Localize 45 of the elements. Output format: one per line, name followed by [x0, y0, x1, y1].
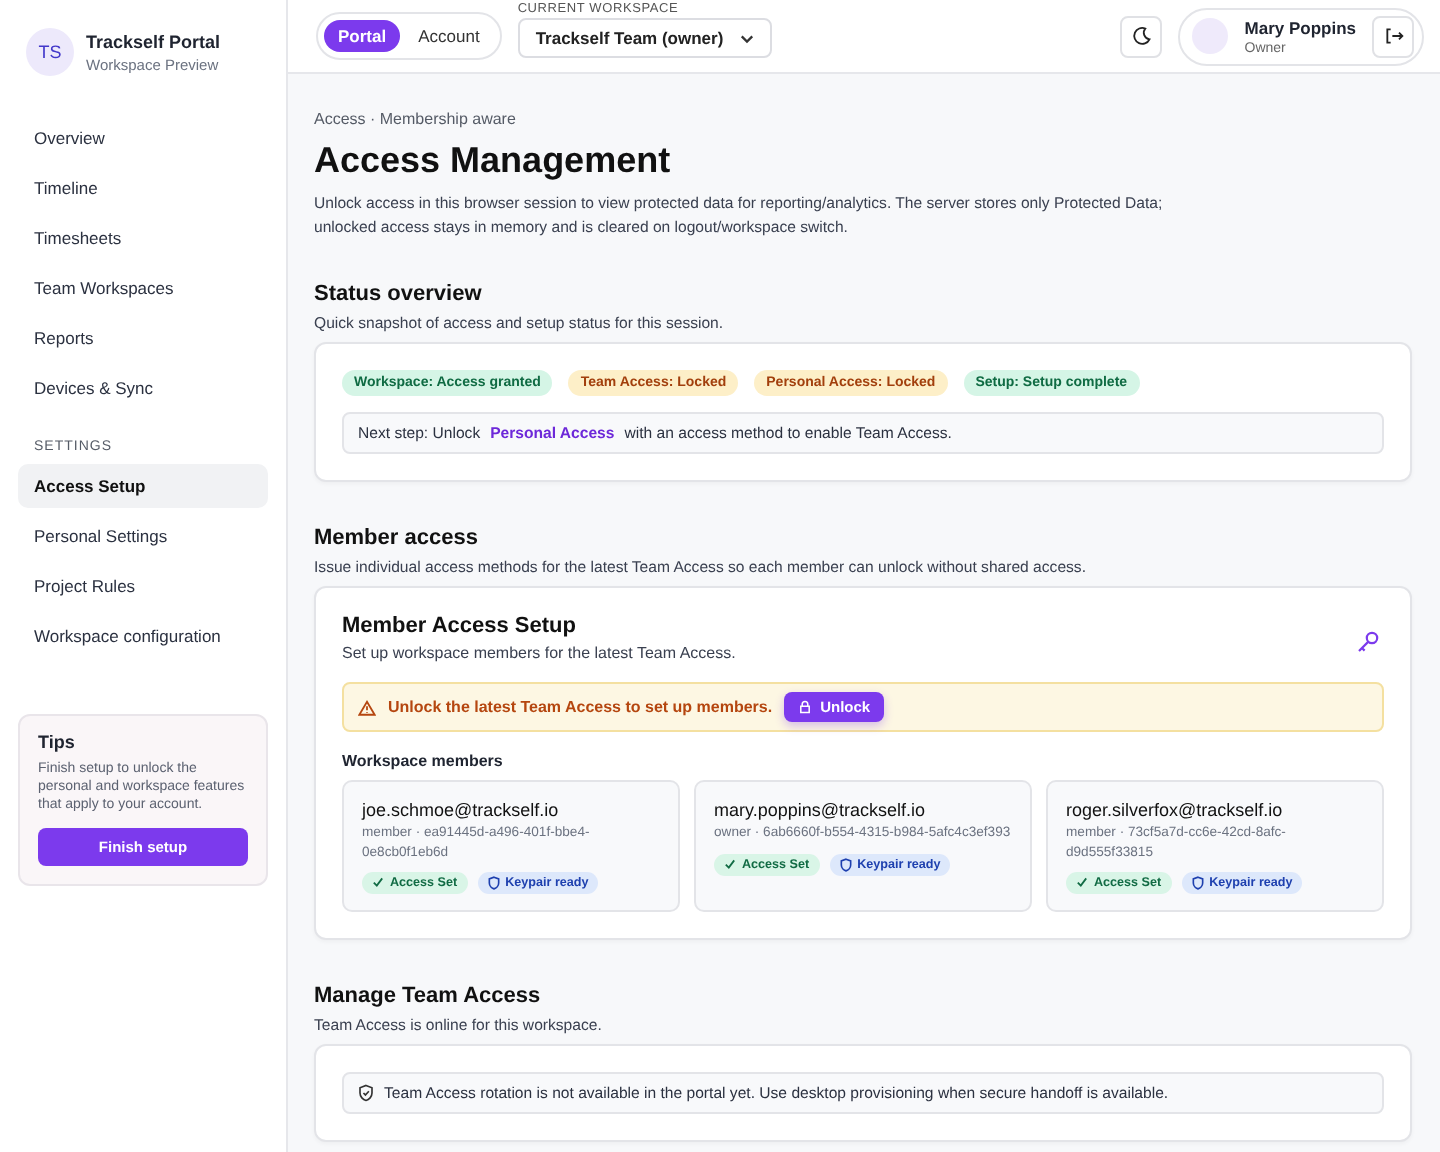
- sidebar-item[interactable]: Personal Settings: [18, 514, 268, 558]
- mode-tab[interactable]: Account: [404, 20, 494, 52]
- sidebar-item[interactable]: Timesheets: [18, 216, 268, 260]
- check-icon: [1076, 876, 1088, 889]
- logout-button[interactable]: [1372, 15, 1414, 57]
- warning-icon: [358, 699, 376, 716]
- sidebar-item[interactable]: Team Workspaces: [18, 266, 268, 310]
- warning-text: Unlock the latest Team Access to set up members.: [388, 698, 773, 717]
- check-icon: [372, 876, 384, 889]
- member-email: roger.silverfox@trackself.io: [1066, 800, 1285, 821]
- section-title: Member access: [314, 526, 480, 551]
- card-title: Member Access Setup: [342, 614, 578, 639]
- check-icon: [724, 858, 736, 871]
- chevron-down-icon: [739, 33, 754, 43]
- page-title: Access Management: [314, 140, 673, 182]
- sidebar-item[interactable]: Devices & Sync: [18, 366, 268, 410]
- key-icon: [1356, 630, 1380, 655]
- logout-icon: [1383, 26, 1403, 46]
- mode-tab[interactable]: Portal: [324, 20, 401, 52]
- section-title: Manage Team Access: [314, 983, 543, 1008]
- brand-avatar: TS: [26, 28, 74, 76]
- workspace-select[interactable]: Trackself Team (owner): [517, 18, 772, 58]
- sidebar-item[interactable]: Reports: [18, 316, 268, 360]
- shield-icon: [358, 1083, 374, 1102]
- user-name: Mary Poppins: [1244, 17, 1356, 37]
- shield-icon: [839, 857, 852, 872]
- shield-icon: [1191, 875, 1204, 890]
- shield-icon: [487, 875, 500, 890]
- theme-toggle-button[interactable]: [1120, 15, 1163, 57]
- section-title: Status overview: [314, 282, 484, 307]
- sidebar-item[interactable]: Overview: [18, 116, 268, 160]
- card-subtitle: Set up workspace members for the latest Team Access.: [342, 644, 736, 663]
- sidebar-item[interactable]: Access Setup: [18, 464, 268, 508]
- sidebar-item[interactable]: Project Rules: [18, 564, 268, 608]
- member-email: joe.schmoe@trackself.io: [362, 800, 561, 821]
- members-heading: Workspace members: [342, 752, 505, 771]
- moon-icon: [1131, 26, 1152, 46]
- breadcrumb: Access · Membership aware: [314, 110, 518, 128]
- sidebar-item[interactable]: Workspace configuration: [18, 614, 268, 658]
- sidebar-item[interactable]: Timeline: [18, 166, 268, 210]
- tips-title: Tips: [38, 732, 77, 752]
- user-avatar: [1192, 18, 1229, 54]
- brand-name: Trackself Portal: [86, 31, 221, 51]
- lock-icon: [798, 700, 813, 715]
- member-email: mary.poppins@trackself.io: [714, 800, 928, 821]
